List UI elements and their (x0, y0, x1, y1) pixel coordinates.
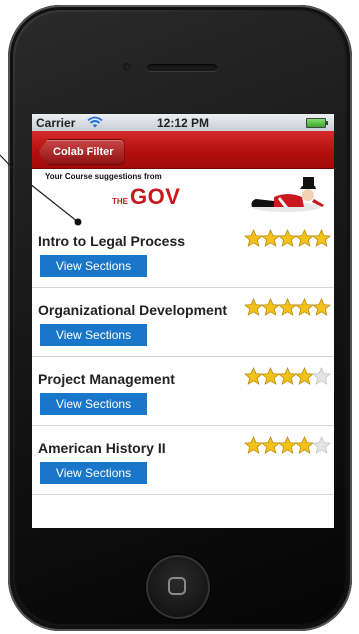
reclining-mascot-icon (251, 177, 324, 212)
home-square-icon (168, 577, 186, 595)
logo-main: GOV (130, 184, 181, 209)
course-row[interactable]: Intro to Legal Process View Sections (32, 219, 334, 288)
course-title: Project Management (38, 371, 175, 387)
app-screen: Carrier 12:12 PM Colab Filter Your Cours… (32, 114, 334, 528)
navigation-bar: Colab Filter (32, 131, 334, 169)
view-sections-button[interactable]: View Sections (40, 393, 147, 415)
banner-text: Your Course suggestions from (45, 172, 162, 181)
home-button[interactable] (146, 555, 210, 619)
star-rating (244, 298, 331, 317)
gov-logo: THE GOV (112, 184, 180, 210)
course-title: American History II (38, 440, 166, 456)
course-row[interactable]: American History II View Sections (32, 426, 334, 495)
course-row[interactable]: Project Management View Sections (32, 357, 334, 426)
star-empty-icon (312, 436, 331, 454)
suggestions-banner: Your Course suggestions from THE GOV (32, 169, 334, 219)
status-bar: Carrier 12:12 PM (32, 114, 334, 131)
star-rating (244, 229, 331, 248)
star-empty-icon (312, 367, 331, 385)
battery-icon (306, 118, 328, 128)
logo-prefix: THE (112, 197, 128, 206)
star-filled-icon (312, 298, 331, 316)
back-button-colab-filter[interactable]: Colab Filter (38, 139, 125, 165)
course-title: Organizational Development (38, 302, 228, 318)
course-row[interactable]: Organizational Development View Sections (32, 288, 334, 357)
star-filled-icon (312, 229, 331, 247)
view-sections-button[interactable]: View Sections (40, 324, 147, 346)
front-camera-icon (123, 63, 131, 71)
view-sections-button[interactable]: View Sections (40, 462, 147, 484)
status-time: 12:12 PM (156, 116, 210, 130)
star-rating (244, 367, 331, 386)
earpiece-speaker (147, 64, 217, 71)
course-title: Intro to Legal Process (38, 233, 186, 249)
view-sections-button[interactable]: View Sections (40, 255, 147, 277)
star-rating (244, 436, 331, 455)
